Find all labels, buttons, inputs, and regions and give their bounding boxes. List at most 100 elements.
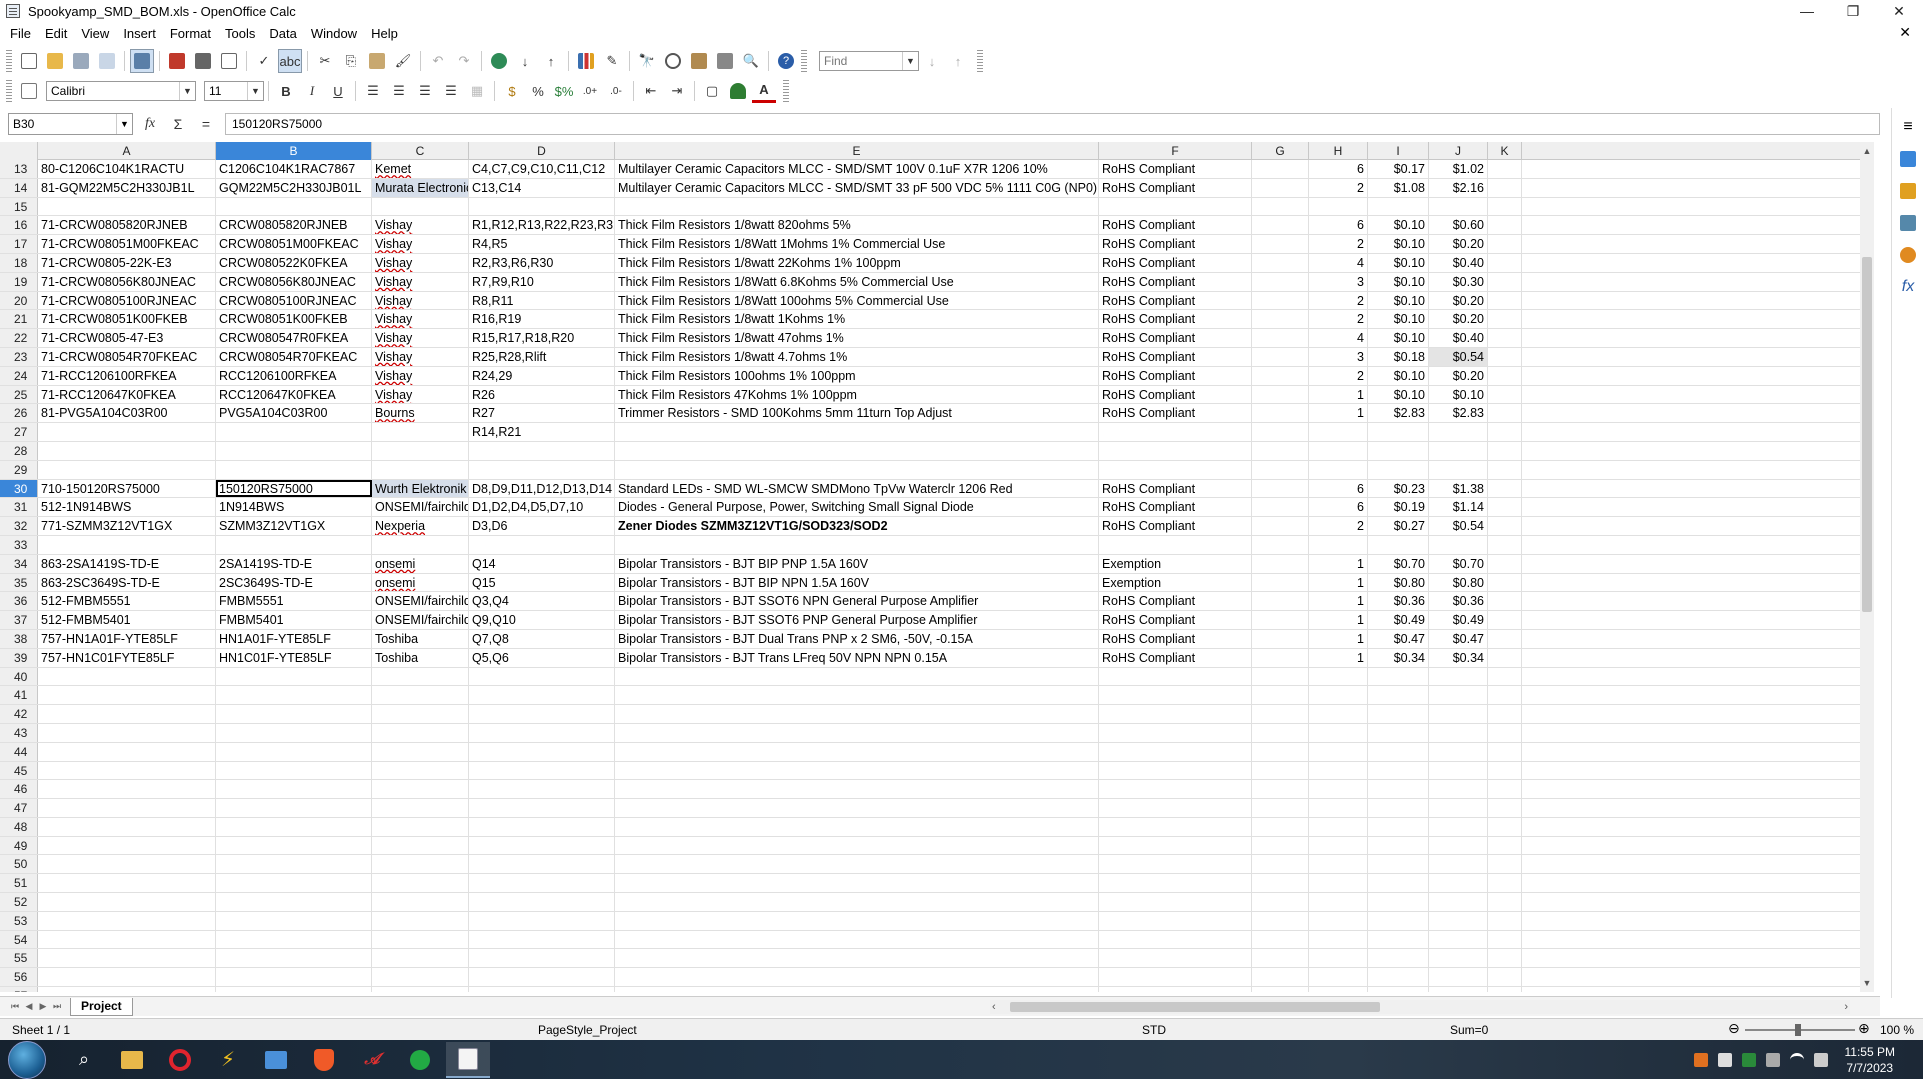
battery-icon[interactable] [1765,1052,1780,1067]
cell-b44[interactable] [216,742,372,761]
cell-h39[interactable]: 1 [1309,648,1368,667]
cell-c35[interactable]: onsemi [372,573,469,592]
cell-b29[interactable] [216,460,372,479]
cell-e36[interactable]: Bipolar Transistors - BJT SSOT6 NPN Gene… [615,592,1099,611]
cell-i38[interactable]: $0.47 [1368,629,1429,648]
cell-g52[interactable] [1252,893,1309,911]
cell-h13[interactable]: 6 [1309,160,1368,178]
cell-j28[interactable] [1429,441,1488,460]
cell-c56[interactable] [372,968,469,987]
cell-h40[interactable] [1309,667,1368,686]
cell-c13[interactable]: Kemet [372,160,469,178]
cell-i24[interactable]: $0.10 [1368,366,1429,385]
cell-k41[interactable] [1488,686,1522,705]
cell-k52[interactable] [1488,893,1522,911]
row-header[interactable]: 50 [0,855,38,874]
cell-e56[interactable] [615,968,1099,987]
cell-k54[interactable] [1488,930,1522,949]
volume-icon[interactable] [1813,1052,1828,1067]
cell-c47[interactable] [372,799,469,817]
spellcheck-icon[interactable]: ✓ [252,49,276,73]
cell-g25[interactable] [1252,385,1309,404]
row-header[interactable]: 23 [0,347,38,366]
row-header[interactable]: 41 [0,686,38,705]
cell-g18[interactable] [1252,253,1309,272]
cell-b23[interactable]: CRCW08054R70FKEAC [216,347,372,366]
chart-icon[interactable] [574,49,598,73]
row-header[interactable]: 30 [0,479,38,498]
cell-j53[interactable] [1429,911,1488,930]
cell-k38[interactable] [1488,629,1522,648]
styles-formatting-icon[interactable] [17,79,41,103]
cell-f46[interactable] [1099,780,1252,799]
cell-k43[interactable] [1488,723,1522,742]
cell-g56[interactable] [1252,968,1309,987]
scroll-down-icon[interactable]: ▼ [1860,976,1874,990]
cell-g47[interactable] [1252,799,1309,817]
cell-i52[interactable] [1368,893,1429,911]
row-header[interactable]: 56 [0,968,38,987]
search-icon[interactable]: ⌕ [62,1042,106,1078]
autospellcheck-icon[interactable]: abc [278,49,302,73]
cell-h49[interactable] [1309,836,1368,855]
cell-h57[interactable] [1309,987,1368,992]
cell-g43[interactable] [1252,723,1309,742]
cell-b35[interactable]: 2SC3649S-TD-E [216,573,372,592]
cell-c50[interactable] [372,855,469,874]
cell-h37[interactable]: 1 [1309,611,1368,629]
cell-a45[interactable] [38,761,216,780]
cell-a47[interactable] [38,799,216,817]
cell-f25[interactable]: RoHS Compliant [1099,385,1252,404]
cell-k24[interactable] [1488,366,1522,385]
cell-b43[interactable] [216,723,372,742]
find-replace-icon[interactable]: 🔭 [635,49,659,73]
cell-b49[interactable] [216,836,372,855]
cell-c31[interactable]: ONSEMI/fairchild [372,498,469,517]
delete-decimal-icon[interactable]: .0- [604,79,628,103]
cell-f52[interactable] [1099,893,1252,911]
cell-i54[interactable] [1368,930,1429,949]
cell-b48[interactable] [216,817,372,836]
cell-k16[interactable] [1488,216,1522,235]
cell-c16[interactable]: Vishay [372,216,469,235]
cell-d31[interactable]: D1,D2,D4,D5,D7,10 [469,498,615,517]
email-icon[interactable] [95,49,119,73]
cell-e23[interactable]: Thick Film Resistors 1/8watt 4.7ohms 1% [615,347,1099,366]
cell-d23[interactable]: R25,R28,Rlift [469,347,615,366]
row-header[interactable]: 52 [0,893,38,911]
cell-b54[interactable] [216,930,372,949]
cell-k27[interactable] [1488,423,1522,441]
row-header[interactable]: 26 [0,404,38,423]
cell-a19[interactable]: 71-CRCW08056K80JNEAC [38,272,216,291]
sum-icon[interactable]: Σ [167,113,189,135]
cell-b26[interactable]: PVG5A104C03R00 [216,404,372,423]
row-header[interactable]: 20 [0,291,38,310]
percent-format-icon[interactable]: % [526,79,550,103]
cell-h19[interactable]: 3 [1309,272,1368,291]
cell-g57[interactable] [1252,987,1309,992]
cell-e22[interactable]: Thick Film Resistors 1/8watt 47ohms 1% [615,329,1099,347]
select-all-corner[interactable] [0,142,38,160]
row-header[interactable]: 49 [0,836,38,855]
row-header[interactable]: 21 [0,310,38,329]
cell-i46[interactable] [1368,780,1429,799]
cell-b32[interactable]: SZMM3Z12VT1GX [216,517,372,535]
cell-h31[interactable]: 6 [1309,498,1368,517]
underline-icon[interactable]: U [326,79,350,103]
cell-j43[interactable] [1429,723,1488,742]
cell-e37[interactable]: Bipolar Transistors - BJT SSOT6 PNP Gene… [615,611,1099,629]
cell-f20[interactable]: RoHS Compliant [1099,291,1252,310]
cell-i22[interactable]: $0.10 [1368,329,1429,347]
row-header[interactable]: 18 [0,253,38,272]
cell-d57[interactable] [469,987,615,992]
cell-d14[interactable]: C13,C14 [469,178,615,197]
cell-a37[interactable]: 512-FMBM5401 [38,611,216,629]
cell-c38[interactable]: Toshiba [372,629,469,648]
cell-b33[interactable] [216,535,372,554]
cell-g49[interactable] [1252,836,1309,855]
cell-g50[interactable] [1252,855,1309,874]
cell-c27[interactable] [372,423,469,441]
cell-i50[interactable] [1368,855,1429,874]
show-draw-functions-icon[interactable]: ✎ [600,49,624,73]
background-color-icon[interactable] [726,79,750,103]
